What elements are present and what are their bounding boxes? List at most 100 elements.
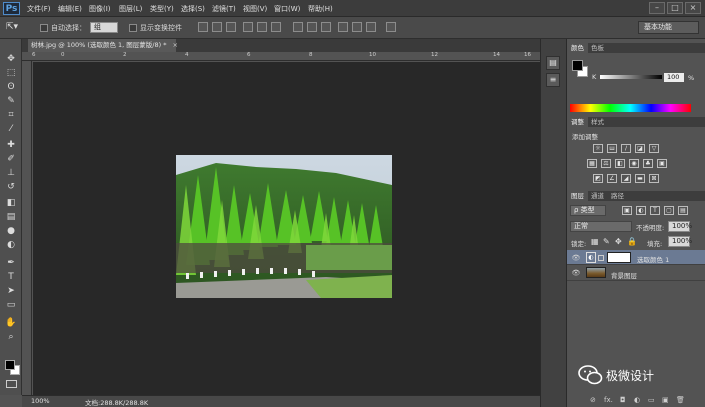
posterize-icon[interactable]: ∠ [607, 174, 617, 183]
filter-shape-icon[interactable]: ▢ [664, 206, 674, 215]
gradient-icon[interactable]: ▤ [4, 211, 18, 224]
k-slider[interactable] [600, 75, 662, 79]
auto-align-icon[interactable] [386, 22, 396, 32]
distribute-left-icon[interactable] [338, 22, 348, 32]
auto-select-dropdown[interactable]: 组 [90, 22, 118, 33]
dodge-icon[interactable]: ◐ [4, 239, 18, 252]
delete-layer-icon[interactable]: 🗑 [676, 396, 685, 404]
color-balance-icon[interactable]: ⚖ [601, 159, 611, 168]
distribute-bottom-icon[interactable] [321, 22, 331, 32]
type-icon[interactable]: T [4, 271, 18, 284]
align-vcenter-icon[interactable] [212, 22, 222, 32]
blend-mode-dropdown[interactable]: 正常 [570, 221, 632, 232]
gradient-map-icon[interactable]: ▬ [635, 174, 645, 183]
crop-icon[interactable]: ⌗ [4, 109, 18, 122]
threshold-icon[interactable]: ◢ [621, 174, 631, 183]
lock-brush-icon[interactable]: ✎ [603, 237, 610, 246]
menu-view[interactable]: 视图(V) [243, 4, 267, 14]
eraser-icon[interactable]: ◧ [4, 197, 18, 210]
layer-name[interactable]: 背景图层 [611, 270, 637, 280]
history-panel-icon[interactable]: ▤ [546, 56, 560, 70]
quick-mask-icon[interactable] [6, 380, 17, 388]
pen-icon[interactable]: ✒ [4, 257, 18, 270]
filter-type-icon[interactable]: T [650, 206, 660, 215]
align-right-icon[interactable] [271, 22, 281, 32]
menu-layer[interactable]: 图层(L) [119, 4, 142, 14]
marquee-icon[interactable]: ⬚ [4, 67, 18, 80]
brush-icon[interactable]: ✐ [4, 153, 18, 166]
filter-pixel-icon[interactable]: ▣ [622, 206, 632, 215]
distribute-right-icon[interactable] [366, 22, 376, 32]
quick-select-icon[interactable]: ✎ [4, 95, 18, 108]
zoom-level[interactable]: 100% [31, 397, 50, 405]
distribute-vcenter-icon[interactable] [307, 22, 317, 32]
hand-icon[interactable]: ✋ [4, 317, 18, 330]
tab-swatches[interactable]: 色板 [587, 43, 608, 53]
menu-window[interactable]: 窗口(W) [274, 4, 300, 14]
workspace-dropdown[interactable]: 基本功能 [638, 21, 699, 34]
properties-panel-icon[interactable]: ≡ [546, 73, 560, 87]
lock-all-icon[interactable]: 🔒 [627, 237, 637, 246]
vibrance-icon[interactable]: ▽ [649, 144, 659, 153]
hue-saturation-icon[interactable]: ▦ [587, 159, 597, 168]
curves-icon[interactable]: ∕ [621, 144, 631, 153]
tab-channels[interactable]: 通道 [587, 191, 608, 201]
move-icon[interactable]: ✥ [4, 53, 18, 66]
zoom-icon[interactable]: ⌕ [4, 331, 18, 344]
filter-smart-icon[interactable]: ▤ [678, 206, 688, 215]
opacity-input[interactable]: 100% [668, 221, 692, 232]
lasso-icon[interactable]: ʘ [4, 81, 18, 94]
path-select-icon[interactable]: ➤ [4, 285, 18, 298]
distribute-hcenter-icon[interactable] [352, 22, 362, 32]
menu-file[interactable]: 文件(F) [27, 4, 51, 14]
filter-adjust-icon[interactable]: ◐ [636, 206, 646, 215]
eye-icon[interactable]: 👁 [571, 253, 581, 263]
show-transform-checkbox[interactable] [129, 24, 137, 32]
photo-filter-icon[interactable]: ◉ [629, 159, 639, 168]
menu-image[interactable]: 图像(I) [89, 4, 111, 14]
new-layer-icon[interactable]: ▣ [662, 396, 669, 404]
fill-input[interactable]: 100% [668, 236, 692, 247]
tab-layers[interactable]: 图层 [567, 191, 588, 201]
blur-icon[interactable]: ● [4, 225, 18, 238]
levels-icon[interactable]: ш [607, 144, 617, 153]
align-top-icon[interactable] [198, 22, 208, 32]
lock-move-icon[interactable]: ✥ [615, 237, 622, 246]
black-white-icon[interactable]: ◧ [615, 159, 625, 168]
layer-link-icon[interactable]: ⊘ [590, 396, 596, 404]
close-button[interactable]: × [685, 2, 701, 14]
auto-select-checkbox[interactable] [40, 24, 48, 32]
shape-icon[interactable]: ▭ [4, 299, 18, 312]
brightness-icon[interactable]: ☼ [593, 144, 603, 153]
layer-name[interactable]: 选取颜色 1 [637, 254, 669, 264]
menu-filter[interactable]: 滤镜(T) [212, 4, 236, 14]
clone-stamp-icon[interactable]: ⊥ [4, 167, 18, 180]
minimize-button[interactable]: – [649, 2, 665, 14]
menu-select[interactable]: 选择(S) [181, 4, 205, 14]
add-mask-icon[interactable]: ◘ [620, 396, 626, 404]
new-group-icon[interactable]: ▭ [648, 396, 655, 404]
distribute-top-icon[interactable] [293, 22, 303, 32]
color-spectrum[interactable] [570, 104, 691, 112]
document-tab[interactable]: 树林.jpg @ 100% (选取颜色 1, 图层蒙版/8) * × [28, 39, 178, 52]
healing-icon[interactable]: ✚ [4, 139, 18, 152]
eyedropper-icon[interactable]: ⁄ [4, 123, 18, 136]
tab-styles[interactable]: 样式 [587, 117, 608, 127]
close-icon[interactable]: × [173, 41, 178, 49]
align-hcenter-icon[interactable] [257, 22, 267, 32]
forest-photo[interactable] [176, 155, 392, 298]
channel-mixer-icon[interactable]: ♣ [643, 159, 653, 168]
layer-mask-thumbnail[interactable] [607, 252, 631, 263]
lock-transparent-icon[interactable]: ▦ [591, 237, 599, 246]
k-value-input[interactable]: 100 [664, 73, 684, 82]
menu-help[interactable]: 帮助(H) [308, 4, 333, 14]
align-left-icon[interactable] [243, 22, 253, 32]
menu-type[interactable]: 类型(Y) [150, 4, 174, 14]
menu-edit[interactable]: 编辑(E) [58, 4, 82, 14]
history-brush-icon[interactable]: ↺ [4, 181, 18, 194]
invert-icon[interactable]: ◩ [593, 174, 603, 183]
selective-color-icon[interactable]: ⊠ [649, 174, 659, 183]
exposure-icon[interactable]: ◪ [635, 144, 645, 153]
layer-fx-icon[interactable]: fx. [604, 396, 613, 404]
eye-icon[interactable]: 👁 [571, 268, 581, 278]
